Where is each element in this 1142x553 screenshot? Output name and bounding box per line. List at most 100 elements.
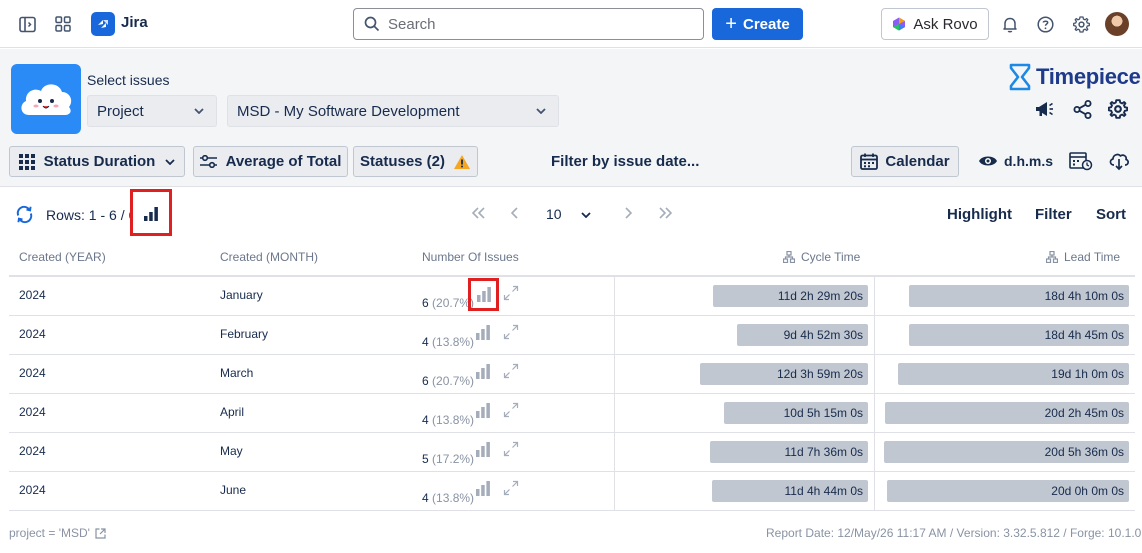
issue-count: 6 xyxy=(422,296,429,310)
table-row[interactable]: 2024 February 4 (13.8%) 9d 4h 52m 30s 18d 4h… xyxy=(9,316,1135,355)
created-year-cell: 2024 xyxy=(19,483,46,497)
issue-count-cell: 6 (20.7%) xyxy=(422,374,474,388)
user-avatar[interactable] xyxy=(1105,12,1129,36)
first-page-button[interactable] xyxy=(471,206,486,222)
table-row[interactable]: 2024 June 4 (13.8%) 11d 4h 44m 0s 20d 0h 0m … xyxy=(9,472,1135,511)
cycle-time-bar[interactable]: 10d 5h 15m 0s xyxy=(724,402,868,424)
header-created-year[interactable]: Created (YEAR) xyxy=(19,250,106,264)
notifications-bell-icon[interactable] xyxy=(1000,14,1020,34)
bar-chart-icon xyxy=(144,207,158,221)
announcement-megaphone-icon[interactable] xyxy=(1033,98,1055,120)
cycle-time-bar[interactable]: 11d 2h 29m 20s xyxy=(713,285,868,307)
hierarchy-icon xyxy=(1046,251,1058,263)
expand-icon[interactable] xyxy=(503,363,519,382)
chevron-left-icon xyxy=(510,207,518,219)
cycle-time-bar[interactable]: 11d 7h 36m 0s xyxy=(710,441,868,463)
select-issues-label: Select issues xyxy=(87,72,170,88)
lead-time-bar[interactable]: 20d 5h 36m 0s xyxy=(884,441,1129,463)
eye-icon xyxy=(979,156,997,166)
calendar-label: Calendar xyxy=(885,153,950,170)
settings-gear-icon[interactable] xyxy=(1071,14,1091,34)
lead-time-bar[interactable]: 20d 2h 45m 0s xyxy=(885,402,1129,424)
next-page-button[interactable] xyxy=(624,206,633,222)
bar-chart-icon[interactable] xyxy=(468,278,499,311)
issue-count-cell: 6 (20.7%) xyxy=(422,296,474,310)
cloud-mascot-logo-icon xyxy=(11,64,81,134)
statuses-button[interactable]: Statuses (2) xyxy=(353,146,478,177)
chart-toggle-highlight[interactable] xyxy=(130,189,172,236)
create-label: Create xyxy=(742,15,790,33)
jira-logo-icon[interactable] xyxy=(91,12,115,36)
scheduled-report-icon[interactable] xyxy=(1069,150,1093,172)
issue-percentage: (13.8%) xyxy=(432,491,475,505)
search-input[interactable]: Search xyxy=(353,8,704,40)
issue-count-cell: 4 (13.8%) xyxy=(422,491,474,505)
time-format-toggle[interactable]: d.h.m.s xyxy=(978,153,1053,169)
external-link-icon xyxy=(95,527,106,539)
rows-toolbar: Rows: 1 - 6 / 6 10 Highlight Filter Sort xyxy=(0,188,1142,240)
bar-chart-icon[interactable] xyxy=(475,363,491,382)
previous-page-button[interactable] xyxy=(510,206,519,222)
app-switcher-icon[interactable] xyxy=(54,15,72,33)
lead-time-bar[interactable]: 19d 1h 0m 0s xyxy=(898,363,1129,385)
brand-name: Timepiece xyxy=(1036,64,1141,89)
bar-chart-icon[interactable] xyxy=(475,441,491,460)
highlight-button[interactable]: Highlight xyxy=(947,206,1012,223)
header-cycle-time-label: Cycle Time xyxy=(801,250,861,264)
table-row[interactable]: 2024 April 4 (13.8%) 10d 5h 15m 0s 20d 2h 45… xyxy=(9,394,1135,433)
bar-chart-icon[interactable] xyxy=(475,480,491,499)
table-row[interactable]: 2024 January 6 (20.7%) 11d 2h 29m 20s 18d 4h… xyxy=(9,277,1135,316)
bar-chart-icon[interactable] xyxy=(475,402,491,421)
table-row[interactable]: 2024 March 6 (20.7%) 12d 3h 59m 20s 19d 1h 0… xyxy=(9,355,1135,394)
expand-icon[interactable] xyxy=(503,324,519,343)
calendar-button[interactable]: Calendar xyxy=(851,146,959,177)
app-settings-gear-icon[interactable] xyxy=(1107,98,1129,120)
header-number-of-issues[interactable]: Number Of Issues xyxy=(422,250,519,264)
expand-icon[interactable] xyxy=(503,480,519,499)
expand-icon[interactable] xyxy=(503,441,519,460)
scope-select-value: Project xyxy=(97,102,144,120)
expand-icon[interactable] xyxy=(503,402,519,421)
header-created-month[interactable]: Created (MONTH) xyxy=(220,250,318,264)
create-button[interactable]: + Create xyxy=(712,8,803,40)
created-month-cell: March xyxy=(220,366,254,380)
share-icon[interactable] xyxy=(1071,98,1093,120)
jql-query: project = 'MSD' xyxy=(9,526,90,540)
warning-icon xyxy=(454,154,471,169)
refresh-icon[interactable] xyxy=(15,205,35,225)
last-page-button[interactable] xyxy=(658,206,673,222)
sliders-icon xyxy=(199,155,217,168)
header-lead-time[interactable]: Lead Time xyxy=(1046,250,1120,264)
expand-icon[interactable] xyxy=(503,285,519,304)
chevron-right-icon xyxy=(625,207,633,219)
status-duration-button[interactable]: Status Duration xyxy=(9,146,185,177)
issue-count: 6 xyxy=(422,374,429,388)
sidebar-toggle-icon[interactable] xyxy=(18,15,36,33)
app-name[interactable]: Jira xyxy=(121,14,148,31)
project-select[interactable]: MSD - My Software Development xyxy=(227,95,559,127)
ask-rovo-button[interactable]: Ask Rovo xyxy=(881,8,989,40)
average-of-total-button[interactable]: Average of Total xyxy=(193,146,348,177)
filter-by-issue-date-link[interactable]: Filter by issue date... xyxy=(551,153,699,170)
sort-button[interactable]: Sort xyxy=(1096,206,1126,223)
bar-chart-icon[interactable] xyxy=(475,324,491,343)
header-cycle-time[interactable]: Cycle Time xyxy=(783,250,860,264)
lead-time-bar[interactable]: 18d 4h 10m 0s xyxy=(909,285,1129,307)
scope-select[interactable]: Project xyxy=(87,95,217,127)
table-row[interactable]: 2024 May 5 (17.2%) 11d 7h 36m 0s 20d 5h 36m … xyxy=(9,433,1135,472)
chevron-down-icon xyxy=(581,212,592,219)
lead-time-bar[interactable]: 18d 4h 45m 0s xyxy=(909,324,1129,346)
cycle-time-bar[interactable]: 11d 4h 44m 0s xyxy=(712,480,868,502)
plus-icon: + xyxy=(725,13,737,35)
created-month-cell: January xyxy=(220,288,263,302)
page-size-value: 10 xyxy=(546,206,562,222)
cycle-time-bar[interactable]: 9d 4h 52m 30s xyxy=(737,324,868,346)
lead-time-bar[interactable]: 20d 0h 0m 0s xyxy=(887,480,1129,502)
double-chevron-left-icon xyxy=(471,207,485,219)
filter-button[interactable]: Filter xyxy=(1035,206,1072,223)
cloud-download-icon[interactable] xyxy=(1107,150,1131,172)
jql-query-link[interactable]: project = 'MSD' xyxy=(9,526,106,540)
help-icon[interactable] xyxy=(1035,14,1055,34)
cycle-time-bar[interactable]: 12d 3h 59m 20s xyxy=(700,363,868,385)
page-size-select[interactable]: 10 xyxy=(546,206,592,222)
